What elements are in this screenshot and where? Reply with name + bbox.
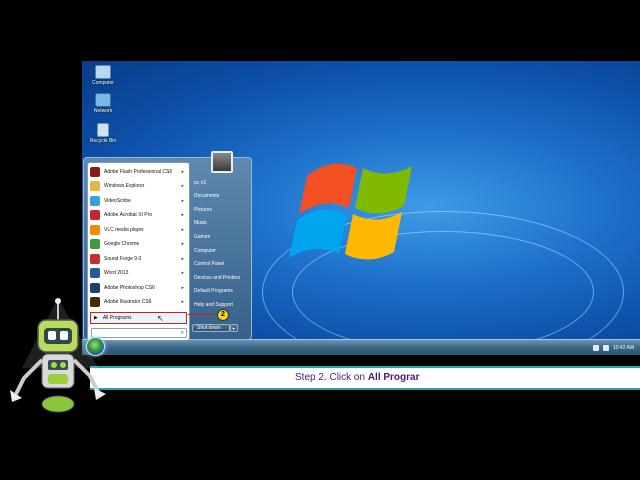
program-item[interactable]: Google Chrome ▸ [90, 238, 187, 251]
user-avatar[interactable] [211, 151, 233, 173]
desktop-icon-label: Computer [92, 80, 114, 86]
desktop-icon-label: Recycle Bin [89, 138, 117, 144]
submenu-arrow-icon[interactable]: ▸ [181, 198, 184, 204]
program-label: Adobe Flash Professional CS6 [104, 168, 173, 175]
submenu-arrow-icon[interactable]: ▸ [181, 270, 184, 276]
triangle-right-icon: ▸ [232, 326, 236, 332]
program-label: Adobe Illustrator CS6 [104, 299, 152, 305]
desktop-icon-network[interactable]: Network [88, 93, 118, 114]
callout-pointer [188, 314, 215, 315]
caption-text: Step 2. Click on [295, 372, 368, 383]
step-number-badge: 2 [217, 309, 229, 321]
start-menu-link[interactable]: Devices and Printers [194, 271, 249, 284]
program-icon [90, 268, 100, 278]
submenu-arrow-icon[interactable]: ▸ [181, 285, 184, 291]
shutdown-label: Shut down [197, 325, 221, 331]
program-item[interactable]: Windows Explorer ▸ [90, 180, 187, 193]
program-label: Windows Explorer [104, 183, 145, 189]
submenu-arrow-icon[interactable]: ▸ [181, 183, 184, 189]
network-icon [95, 93, 111, 107]
robot-mascot-icon [10, 298, 106, 413]
desktop-icon-label: Network [93, 108, 113, 114]
program-icon [90, 210, 100, 220]
program-label: VideoScribe [104, 197, 131, 204]
system-tray: 10:42 AM [589, 341, 638, 354]
program-label: Adobe Acrobat XI Pro [104, 212, 153, 218]
submenu-arrow-icon[interactable]: ▸ [181, 299, 184, 305]
shutdown-button[interactable]: Shut down [192, 324, 230, 332]
program-label: VLC media player [104, 226, 144, 233]
computer-icon [95, 65, 111, 79]
start-menu-link[interactable]: Control Panel [194, 258, 249, 271]
start-menu-link[interactable]: Default Programs [194, 285, 249, 298]
submenu-arrow-icon[interactable]: ▸ [181, 227, 184, 233]
program-label: Sound Forge 9.0 [104, 255, 142, 262]
program-icon [90, 282, 100, 293]
caption-bar: Step 2. Click on All Prograr [90, 366, 640, 390]
desktop-icon-computer[interactable]: Computer [88, 65, 118, 86]
program-icon [90, 195, 100, 206]
program-icon [90, 253, 100, 264]
mouse-cursor-icon: ↖ [157, 314, 164, 323]
start-menu-link[interactable]: Music [194, 217, 249, 230]
submenu-arrow-icon[interactable]: ▸ [181, 212, 184, 218]
submenu-arrow-icon[interactable]: ▸ [181, 256, 184, 262]
network-status-icon[interactable] [592, 344, 599, 351]
recycle-bin-icon [97, 123, 109, 137]
caption-bold-text: All Prograr [367, 372, 420, 383]
program-item[interactable]: Sound Forge 9.0 ▸ [90, 252, 187, 265]
clock[interactable]: 10:42 AM [613, 345, 634, 351]
program-item[interactable]: Adobe Flash Professional CS6 ▸ [90, 165, 187, 178]
program-item[interactable]: Word 2013 ▸ [90, 267, 187, 280]
start-menu-link[interactable]: Documents [194, 190, 249, 203]
program-item[interactable]: Adobe Photoshop CS6 ▸ [90, 281, 187, 294]
start-menu-link[interactable]: pc n1 [194, 176, 249, 189]
start-menu-link[interactable]: Pictures [194, 203, 249, 216]
volume-icon[interactable] [602, 344, 609, 351]
program-icon [90, 239, 100, 249]
program-label: Google Chrome [104, 241, 140, 247]
program-label: Adobe Photoshop CS6 [104, 284, 155, 291]
shutdown-options-button[interactable]: ▸ [230, 324, 238, 332]
windows-logo-icon [289, 163, 412, 260]
program-label: Word 2013 [104, 270, 129, 276]
desktop-icon-recycle-bin[interactable]: Recycle Bin [88, 123, 118, 144]
submenu-arrow-icon[interactable]: ▸ [181, 241, 184, 247]
program-icon [90, 224, 100, 235]
program-item[interactable]: VideoScribe ▸ [90, 194, 187, 207]
step-caption: Step 2. Click on All Prograr [295, 372, 420, 383]
start-menu-link[interactable]: Games [194, 230, 249, 243]
submenu-arrow-icon[interactable]: ▸ [181, 169, 184, 175]
program-icon [90, 181, 100, 191]
program-item[interactable]: VLC media player ▸ [90, 223, 187, 236]
start-menu-link[interactable]: Computer [194, 244, 249, 257]
program-item[interactable]: Adobe Acrobat XI Pro ▸ [90, 209, 187, 222]
program-icon [90, 166, 100, 177]
search-icon[interactable]: ⌕ [181, 329, 184, 337]
